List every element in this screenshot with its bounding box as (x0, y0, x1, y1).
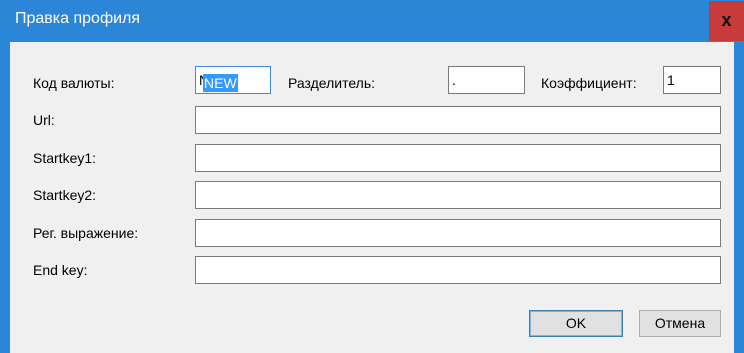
edit-profile-dialog: Правка профиля x Код валюты: NEW Раздели… (0, 0, 744, 353)
endkey-input[interactable] (195, 256, 721, 284)
coefficient-label: Коэффициент: (541, 75, 637, 91)
currency-code-label: Код валюты: (33, 75, 115, 91)
startkey2-label: Startkey2: (33, 187, 97, 203)
endkey-label: End key: (33, 262, 88, 278)
cancel-button[interactable]: Отмена (639, 310, 721, 337)
startkey1-label: Startkey1: (33, 150, 97, 166)
startkey1-input[interactable] (195, 144, 721, 172)
url-input[interactable] (195, 106, 721, 134)
coefficient-input[interactable] (663, 66, 721, 94)
window-border-right (734, 42, 744, 353)
window-title: Правка профиля (15, 10, 141, 27)
title-bar[interactable]: Правка профиля x (0, 0, 744, 42)
close-icon: x (721, 10, 732, 30)
separator-label: Разделитель: (288, 75, 376, 91)
ok-button[interactable]: OK (529, 310, 623, 337)
window-border-left (0, 42, 10, 353)
url-label: Url: (33, 112, 55, 128)
regex-input[interactable] (195, 219, 721, 247)
startkey2-input[interactable] (195, 181, 721, 209)
separator-input[interactable] (448, 66, 525, 94)
currency-code-selection: NEW (203, 74, 238, 92)
regex-label: Рег. выражение: (33, 225, 139, 241)
close-button[interactable]: x (709, 1, 744, 41)
